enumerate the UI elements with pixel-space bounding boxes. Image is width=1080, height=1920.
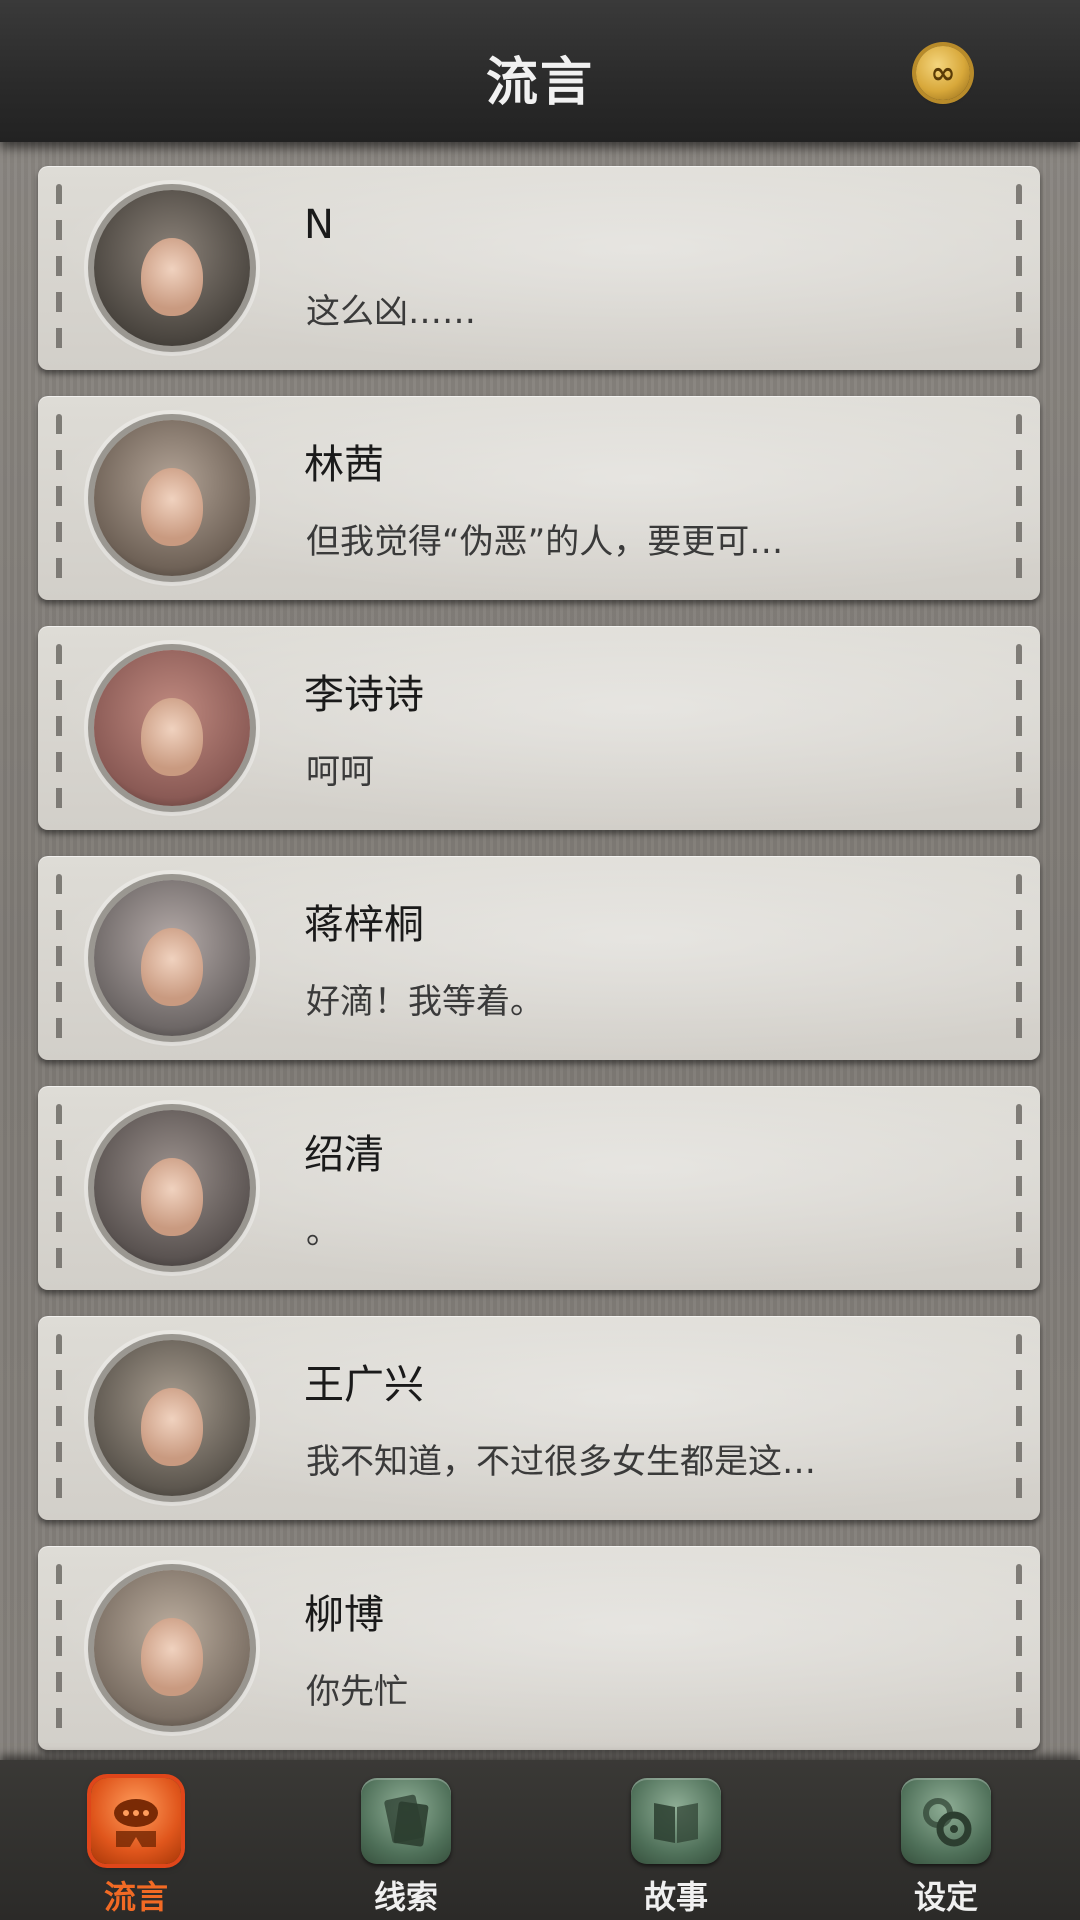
stitch-decoration: [56, 874, 62, 1044]
stitch-decoration: [1016, 874, 1022, 1044]
story-book-icon: [631, 1778, 721, 1864]
stitch-decoration: [1016, 184, 1022, 354]
stitch-decoration: [1016, 1334, 1022, 1504]
conversation-card[interactable]: N 这么凶……: [38, 166, 1040, 370]
contact-name: 蒋梓桐: [304, 902, 424, 948]
conversation-card[interactable]: 林茜 但我觉得“伪恶”的人，要更可…: [38, 396, 1040, 600]
contact-name: 李诗诗: [304, 672, 424, 718]
nav-tab-settings[interactable]: 设定: [886, 1778, 1006, 1918]
nav-tab-rumors[interactable]: 流言: [76, 1778, 196, 1918]
avatar: [94, 1340, 250, 1496]
stitch-decoration: [56, 1564, 62, 1734]
conversation-card[interactable]: 蒋梓桐 好滴！我等着。: [38, 856, 1040, 1060]
nav-tab-clues[interactable]: 线索: [346, 1778, 466, 1918]
contact-name: 绍清: [304, 1132, 384, 1178]
nav-label: 设定: [913, 1878, 978, 1916]
last-message: 。: [306, 1212, 340, 1252]
stitch-decoration: [1016, 414, 1022, 584]
stitch-decoration: [1016, 1104, 1022, 1274]
last-message: 呵呵: [306, 752, 374, 792]
conversation-card[interactable]: 李诗诗 呵呵: [38, 626, 1040, 830]
last-message: 这么凶……: [306, 292, 476, 332]
stitch-decoration: [56, 414, 62, 584]
stitch-decoration: [56, 644, 62, 814]
stitch-decoration: [1016, 644, 1022, 814]
contact-name: 柳博: [304, 1592, 384, 1638]
nav-label: 流言: [103, 1878, 168, 1916]
rumor-chat-icon: [91, 1778, 181, 1864]
stitch-decoration: [56, 1104, 62, 1274]
last-message: 我不知道，不过很多女生都是这…: [306, 1442, 816, 1482]
avatar: [94, 650, 250, 806]
clue-papers-icon: [361, 1778, 451, 1864]
conversation-card[interactable]: 王广兴 我不知道，不过很多女生都是这…: [38, 1316, 1040, 1520]
conversation-card[interactable]: 柳博 你先忙: [38, 1546, 1040, 1750]
avatar: [94, 420, 250, 576]
avatar: [94, 1570, 250, 1726]
stitch-decoration: [56, 184, 62, 354]
stitch-decoration: [1016, 1564, 1022, 1734]
header-bar: 流言 ∞: [0, 0, 1080, 142]
avatar: [94, 1110, 250, 1266]
nav-label: 故事: [643, 1878, 708, 1916]
settings-gear-icon: [901, 1778, 991, 1864]
bottom-nav: 流言 线索 故事 设定: [0, 1760, 1080, 1920]
last-message: 但我觉得“伪恶”的人，要更可…: [306, 522, 784, 562]
nav-label: 线索: [373, 1878, 438, 1916]
avatar: [94, 880, 250, 1036]
last-message: 你先忙: [306, 1672, 408, 1712]
contact-name: N: [304, 202, 334, 248]
coin-icon[interactable]: ∞: [916, 46, 970, 100]
stitch-decoration: [56, 1334, 62, 1504]
contact-name: 林茜: [304, 442, 384, 488]
conversation-card[interactable]: 绍清 。: [38, 1086, 1040, 1290]
last-message: 好滴！我等着。: [306, 982, 544, 1022]
avatar: [94, 190, 250, 346]
nav-tab-story[interactable]: 故事: [616, 1778, 736, 1918]
contact-name: 王广兴: [304, 1362, 424, 1408]
